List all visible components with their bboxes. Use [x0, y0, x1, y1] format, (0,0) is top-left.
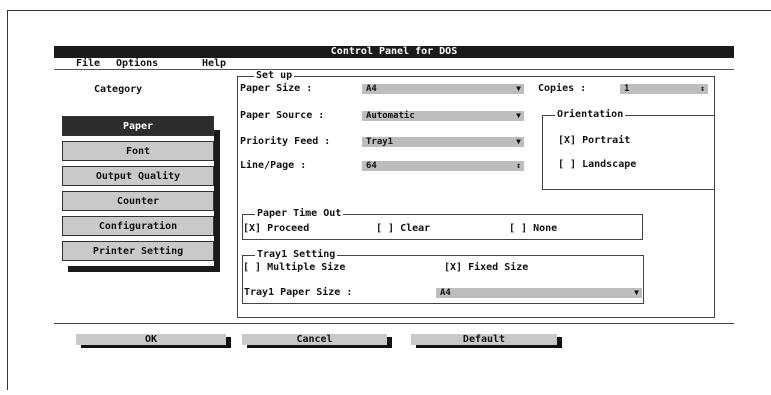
default-button-shadow-bottom [416, 345, 562, 348]
category-shadow-bottom [68, 266, 220, 272]
multiple-size-checkbox[interactable]: [ ] Multiple Size [243, 262, 345, 274]
copies-label: Copies : [538, 83, 587, 94]
control-panel-window: Control Panel for DOS File Options Help … [54, 46, 734, 360]
dropdown-arrow-icon: ▼ [516, 84, 521, 93]
tray-paper-size-label: Tray1 Paper Size : [244, 287, 353, 298]
paper-source-value: Automatic [366, 111, 415, 121]
paper-size-label: Paper Size : [240, 83, 313, 94]
paper-source-dropdown[interactable]: Automatic ▼ [362, 111, 524, 121]
setup-legend: Set up [254, 70, 295, 82]
dropdown-arrow-icon: ▼ [634, 288, 639, 297]
tray-paper-size-value: A4 [440, 288, 451, 298]
none-checkbox[interactable]: [ ] None [509, 223, 557, 235]
priority-feed-label: Priority Feed : [240, 136, 331, 147]
priority-feed-dropdown[interactable]: Tray1 ▼ [362, 137, 524, 147]
stepper-icon: ↕ [700, 84, 705, 93]
dropdown-arrow-icon: ▼ [516, 111, 521, 120]
cancel-button-shadow-bottom [247, 345, 392, 348]
fixed-size-checkbox[interactable]: [X] Fixed Size [444, 262, 528, 274]
category-item-output-quality[interactable]: Output Quality [62, 166, 214, 186]
page-frame-top [7, 10, 771, 11]
category-item-font[interactable]: Font [62, 141, 214, 161]
ok-button[interactable]: OK [76, 334, 226, 345]
default-button[interactable]: Default [411, 334, 557, 345]
paper-timeout-legend: Paper Time Out [255, 208, 344, 220]
landscape-checkbox[interactable]: [ ] Landscape [558, 159, 636, 171]
paper-source-label: Paper Source : [240, 110, 325, 121]
page-frame-left [7, 10, 8, 390]
proceed-checkbox[interactable]: [X] Proceed [243, 223, 309, 235]
category-item-paper[interactable]: Paper [62, 116, 214, 136]
menu-bar: File Options Help [54, 58, 734, 70]
copies-value: 1 [624, 84, 630, 94]
line-page-label: Line/Page : [240, 160, 307, 171]
priority-feed-value: Tray1 [366, 137, 394, 147]
portrait-checkbox[interactable]: [X] Portrait [558, 135, 630, 147]
clear-checkbox[interactable]: [ ] Clear [376, 223, 430, 235]
ok-button-shadow-bottom [81, 345, 231, 348]
category-heading: Category [94, 84, 143, 95]
stepper-icon: ↕ [516, 161, 521, 170]
category-item-printer-setting[interactable]: Printer Setting [62, 241, 214, 261]
menu-file[interactable]: File [76, 58, 100, 69]
paper-size-dropdown[interactable]: A4 ▼ [362, 84, 524, 94]
menu-help[interactable]: Help [202, 58, 226, 69]
orientation-group: Orientation [542, 109, 715, 190]
dropdown-arrow-icon: ▼ [516, 137, 521, 146]
line-page-value: 64 [366, 161, 377, 171]
orientation-legend: Orientation [555, 109, 626, 121]
tray-setting-legend: Tray1 Setting [255, 249, 338, 261]
tray-paper-size-dropdown[interactable]: A4 ▼ [436, 288, 642, 298]
copies-stepper[interactable]: 1 ↕ [620, 84, 708, 94]
category-item-counter[interactable]: Counter [62, 191, 214, 211]
category-item-configuration[interactable]: Configuration [62, 216, 214, 236]
cancel-button[interactable]: Cancel [242, 334, 387, 345]
window-title: Control Panel for DOS [54, 46, 734, 58]
button-separator [54, 323, 734, 324]
category-shadow [214, 130, 220, 266]
line-page-stepper[interactable]: 64 ↕ [362, 161, 524, 171]
paper-size-value: A4 [366, 84, 377, 94]
menu-options[interactable]: Options [116, 58, 158, 69]
